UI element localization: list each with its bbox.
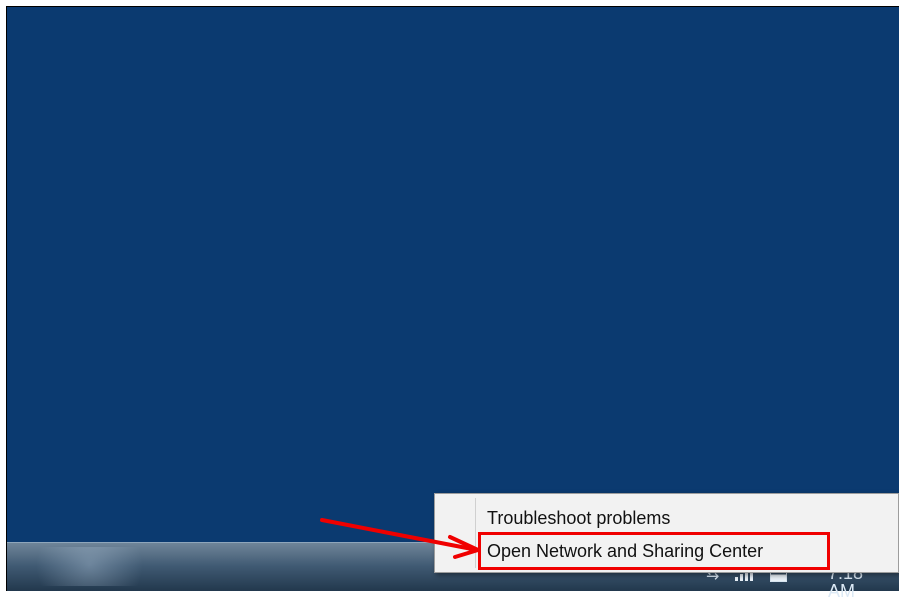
taskbar-start-glow [17,547,162,586]
red-highlight-box [478,532,830,570]
red-arrow-icon [320,518,480,559]
desktop-background [7,7,899,542]
troubleshoot-problems-menu-item[interactable]: Troubleshoot problems [487,504,670,533]
